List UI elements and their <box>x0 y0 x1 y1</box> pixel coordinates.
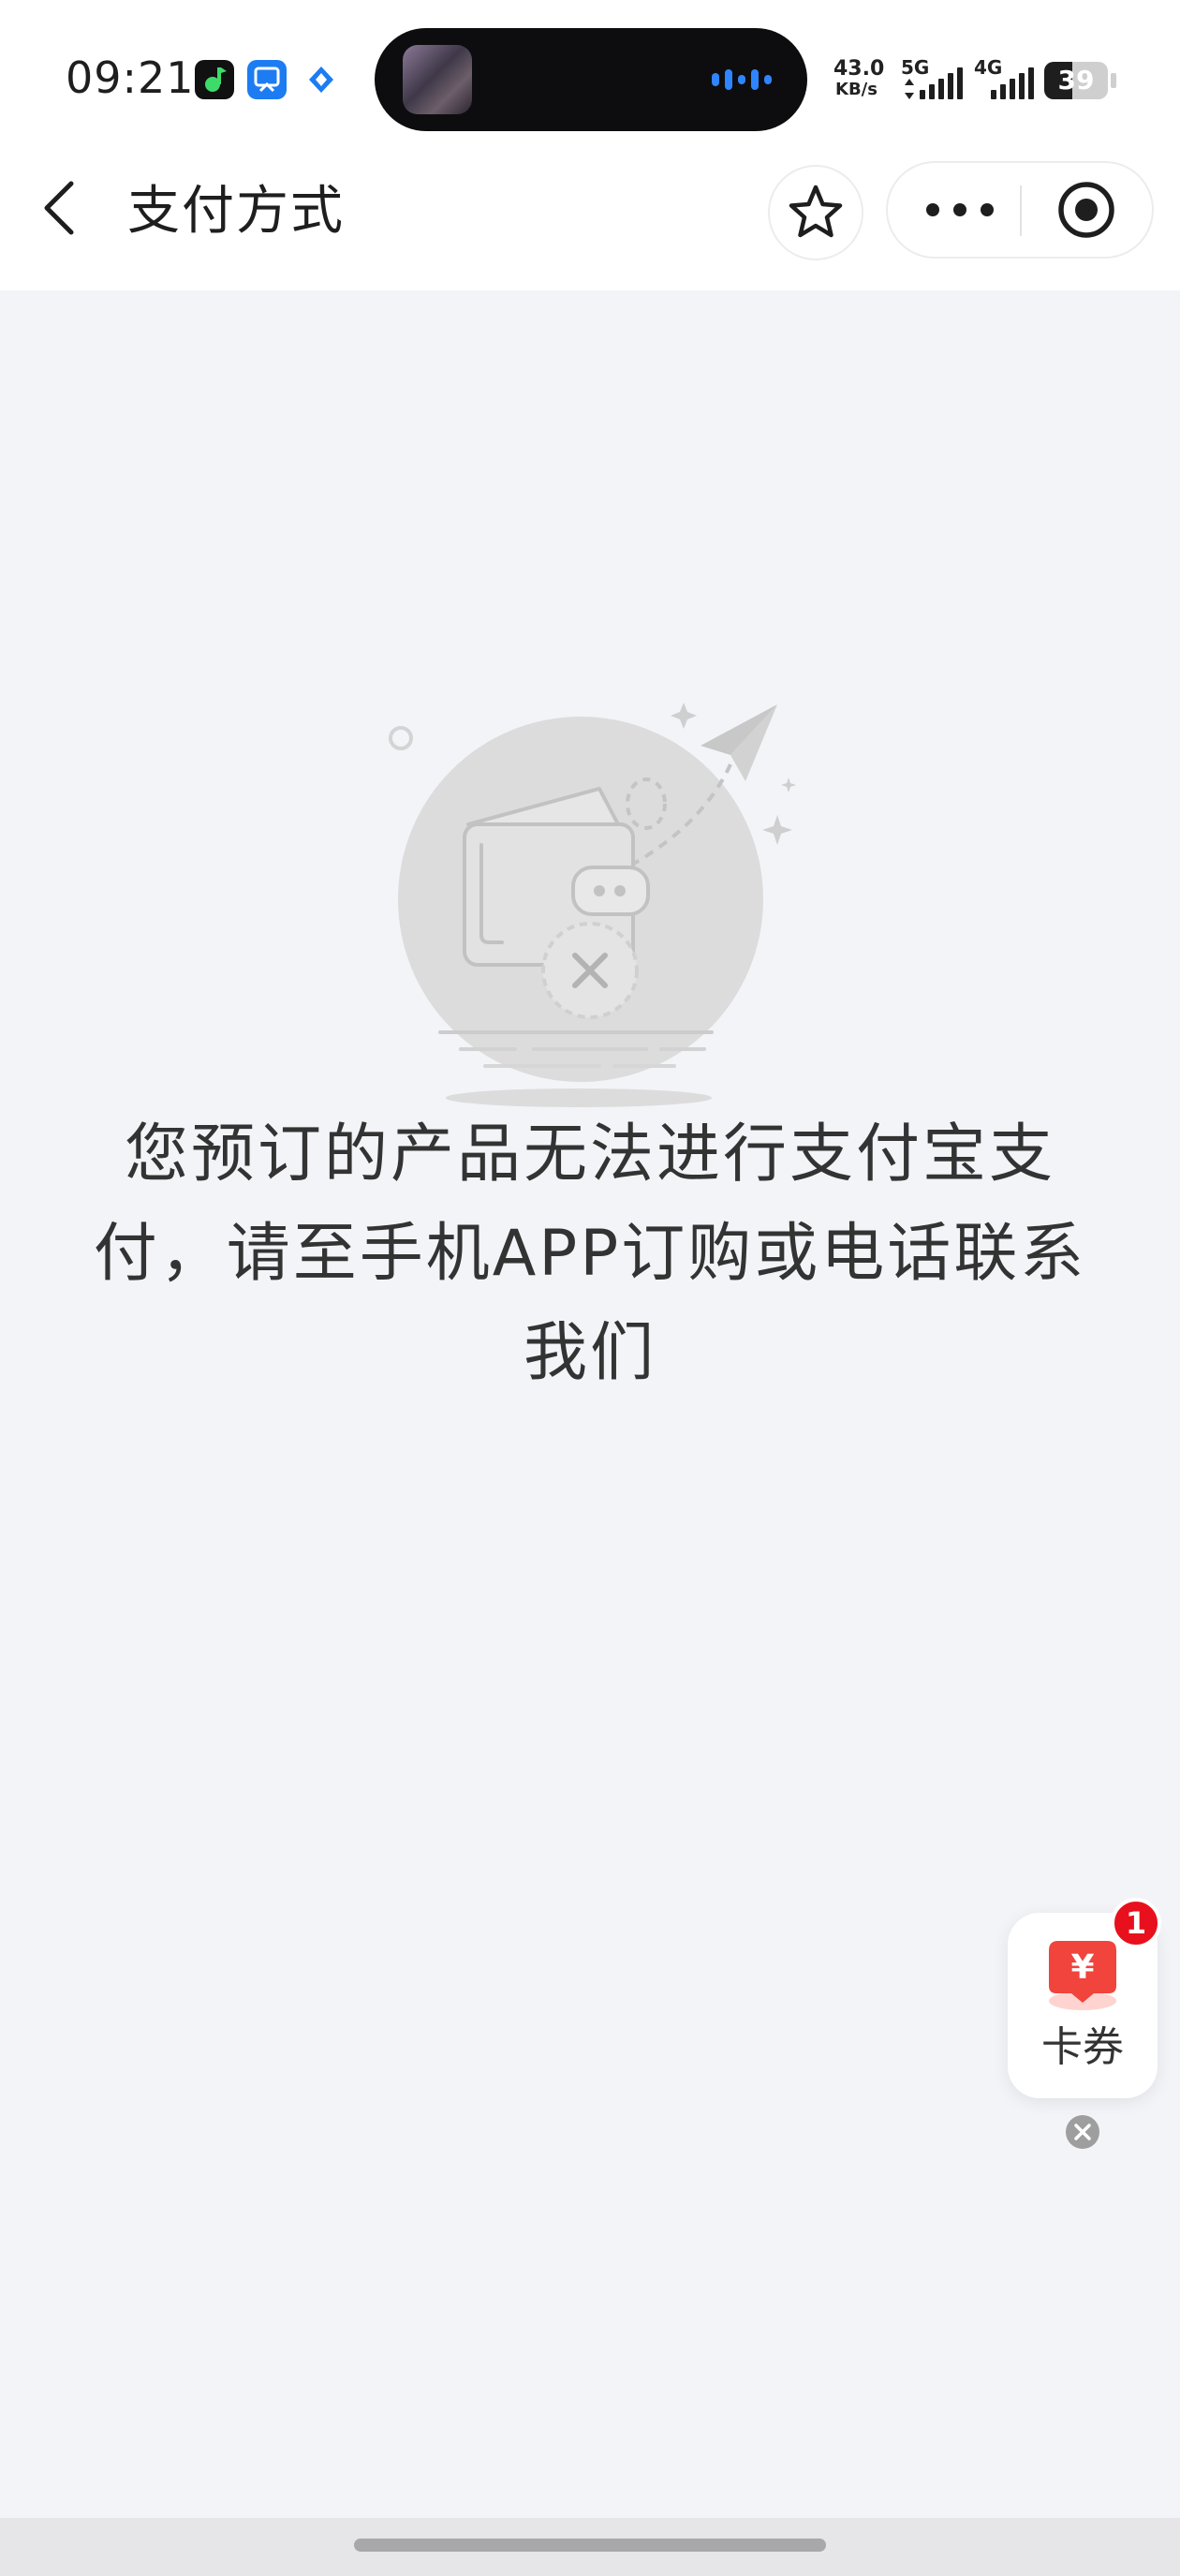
network-speed-unit: KB/s <box>835 80 878 99</box>
svg-text:¥: ¥ <box>1070 1948 1094 1987</box>
chevron-left-icon <box>44 181 74 235</box>
favorite-button[interactable] <box>768 165 863 260</box>
more-dots-icon <box>926 203 994 216</box>
signal-strength-icon <box>920 67 965 99</box>
battery-icon: 39 <box>1044 62 1108 99</box>
payment-unavailable-message: 您预订的产品无法进行支付宝支付，请至手机APP订购或电话联系我们 <box>93 1118 1087 1390</box>
green-music-app-icon <box>195 60 234 99</box>
page-title: 支付方式 <box>127 181 345 242</box>
battery-tip <box>1111 73 1116 88</box>
coupon-close-button[interactable] <box>1065 2114 1100 2150</box>
target-circle-icon <box>1058 182 1114 238</box>
red-yen-coupon-icon: ¥ <box>1041 1937 1124 2012</box>
star-icon <box>789 185 843 238</box>
close-circle-icon <box>1066 2115 1099 2149</box>
close-miniapp-button[interactable] <box>1025 165 1146 255</box>
blue-screen-capture-app-icon <box>247 60 287 99</box>
battery-level: 39 <box>1057 65 1095 96</box>
blue-diamond-app-icon <box>302 60 341 99</box>
audio-wave-icon <box>712 66 777 94</box>
back-button[interactable] <box>28 170 94 245</box>
data-arrows-icon <box>904 79 915 99</box>
network-speed-value: 43.0 <box>833 57 885 81</box>
coupon-label: 卡券 <box>1041 2023 1124 2071</box>
status-time: 09:21 <box>66 52 195 103</box>
music-album-art-icon[interactable] <box>403 45 472 114</box>
home-indicator[interactable] <box>354 2539 826 2552</box>
more-button[interactable] <box>890 165 1021 255</box>
coupon-count-badge: 1 <box>1111 1898 1161 1948</box>
signal-strength-icon <box>991 67 1036 99</box>
wallet-payment-failed-icon <box>375 684 805 1115</box>
capsule-divider <box>1020 185 1022 236</box>
